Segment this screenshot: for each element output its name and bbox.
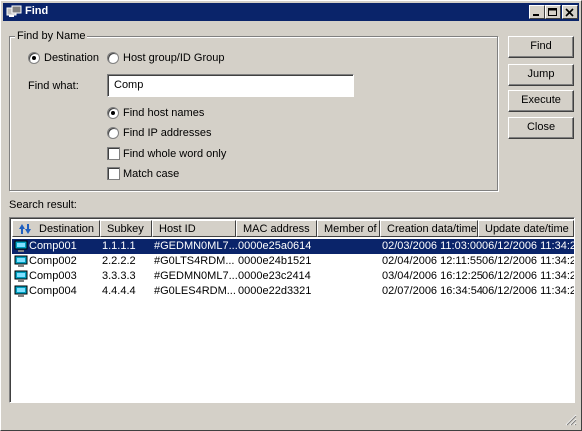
whole-word-checkbox[interactable] <box>107 147 120 160</box>
destination-radio[interactable] <box>28 52 40 64</box>
cell-destination: Comp002 <box>29 255 77 267</box>
match-case-checkbox[interactable] <box>107 167 120 180</box>
execute-button[interactable]: Execute <box>508 90 574 112</box>
column-header-mac-address[interactable]: MAC address <box>236 220 317 237</box>
cell-creation-time: 02/04/2006 12:11:55 <box>382 255 483 267</box>
table-row[interactable]: Comp004 4.4.4.4 #G0LES4RDM... 0000e22d3321 0… <box>12 284 574 299</box>
column-header-creation-time[interactable]: Creation data/time <box>380 220 478 237</box>
cell-destination: Comp001 <box>29 240 77 252</box>
cell-subkey: 4.4.4.4 <box>102 285 136 297</box>
close-icon <box>565 8 574 17</box>
cell-update-time: 06/12/2006 11:34:23 <box>482 255 575 267</box>
find-button[interactable]: Find <box>508 36 574 58</box>
maximize-button[interactable] <box>545 5 561 19</box>
cell-host-id: #G0LES4RDM... <box>154 285 236 297</box>
title-bar[interactable]: Find <box>3 3 579 21</box>
cell-host-id: #GEDMN0ML7... <box>154 270 238 282</box>
cell-subkey: 2.2.2.2 <box>102 255 136 267</box>
minimize-icon <box>533 14 539 16</box>
table-row[interactable]: Comp003 3.3.3.3 #GEDMN0ML7... 0000e23c2414 0… <box>12 269 574 284</box>
find-dialog: Find Find by Name Destination Host group… <box>0 0 582 431</box>
cell-creation-time: 03/04/2006 16:12:25 <box>382 270 483 282</box>
find-host-names-label: Find host names <box>123 107 205 119</box>
cell-mac-address: 0000e25a0614 <box>238 240 312 252</box>
cell-update-time: 06/12/2006 11:34:23 <box>482 285 575 297</box>
column-header-subkey[interactable]: Subkey <box>100 220 152 237</box>
match-case-label: Match case <box>123 168 180 180</box>
search-result-label: Search result: <box>9 199 77 211</box>
find-ip-addresses-radio[interactable] <box>107 127 119 139</box>
cell-update-time: 06/12/2006 11:34:23 <box>482 240 575 252</box>
window-title: Find <box>25 5 49 17</box>
maximize-icon <box>548 8 557 16</box>
destination-radio-label: Destination <box>44 52 100 64</box>
status-bar <box>3 409 579 428</box>
cell-host-id: #G0LTS4RDM... <box>154 255 235 267</box>
cell-subkey: 1.1.1.1 <box>102 240 136 252</box>
column-header-destination[interactable]: Destination <box>12 220 100 237</box>
find-what-label: Find what: <box>28 80 79 92</box>
search-result-list[interactable]: Destination Subkey Host ID MAC address M… <box>9 217 575 403</box>
cell-mac-address: 0000e24b1521 <box>238 255 312 267</box>
column-header-destination-label: Destination <box>39 223 95 235</box>
computer-icon <box>14 240 28 252</box>
cell-creation-time: 02/03/2006 11:03:00 <box>382 240 483 252</box>
cell-destination: Comp004 <box>29 285 77 297</box>
find-host-names-radio[interactable] <box>107 107 119 119</box>
host-group-radio[interactable] <box>107 52 119 64</box>
find-app-icon <box>6 5 22 17</box>
close-button[interactable]: Close <box>508 117 574 139</box>
table-row[interactable]: Comp002 2.2.2.2 #G0LTS4RDM... 0000e24b1521 0… <box>12 254 574 269</box>
column-header-host-id[interactable]: Host ID <box>152 220 236 237</box>
whole-word-label: Find whole word only <box>123 148 227 160</box>
cell-update-time: 06/12/2006 11:34:23 <box>482 270 575 282</box>
sort-arrows-icon <box>19 224 31 234</box>
host-group-radio-label: Host group/ID Group <box>123 52 225 64</box>
computer-icon <box>14 270 28 282</box>
column-header-update-time[interactable]: Update date/time <box>478 220 574 237</box>
find-ip-addresses-label: Find IP addresses <box>123 127 212 139</box>
find-what-input[interactable]: Comp <box>107 74 354 97</box>
cell-mac-address: 0000e23c2414 <box>238 270 311 282</box>
computer-icon <box>14 285 28 297</box>
computer-icon <box>14 255 28 267</box>
minimize-button[interactable] <box>529 5 545 19</box>
cell-mac-address: 0000e22d3321 <box>238 285 312 297</box>
close-window-button[interactable] <box>562 5 578 19</box>
cell-host-id: #GEDMN0ML7... <box>154 240 238 252</box>
find-by-name-group-label: Find by Name <box>15 30 88 42</box>
cell-subkey: 3.3.3.3 <box>102 270 136 282</box>
cell-creation-time: 02/07/2006 16:34:54 <box>382 285 483 297</box>
table-row[interactable]: Comp001 1.1.1.1 #GEDMN0ML7... 0000e25a0614 0… <box>12 239 574 254</box>
column-header-member-of[interactable]: Member of <box>317 220 380 237</box>
cell-destination: Comp003 <box>29 270 77 282</box>
jump-button[interactable]: Jump <box>508 64 574 86</box>
resize-grip-icon[interactable] <box>565 414 577 426</box>
